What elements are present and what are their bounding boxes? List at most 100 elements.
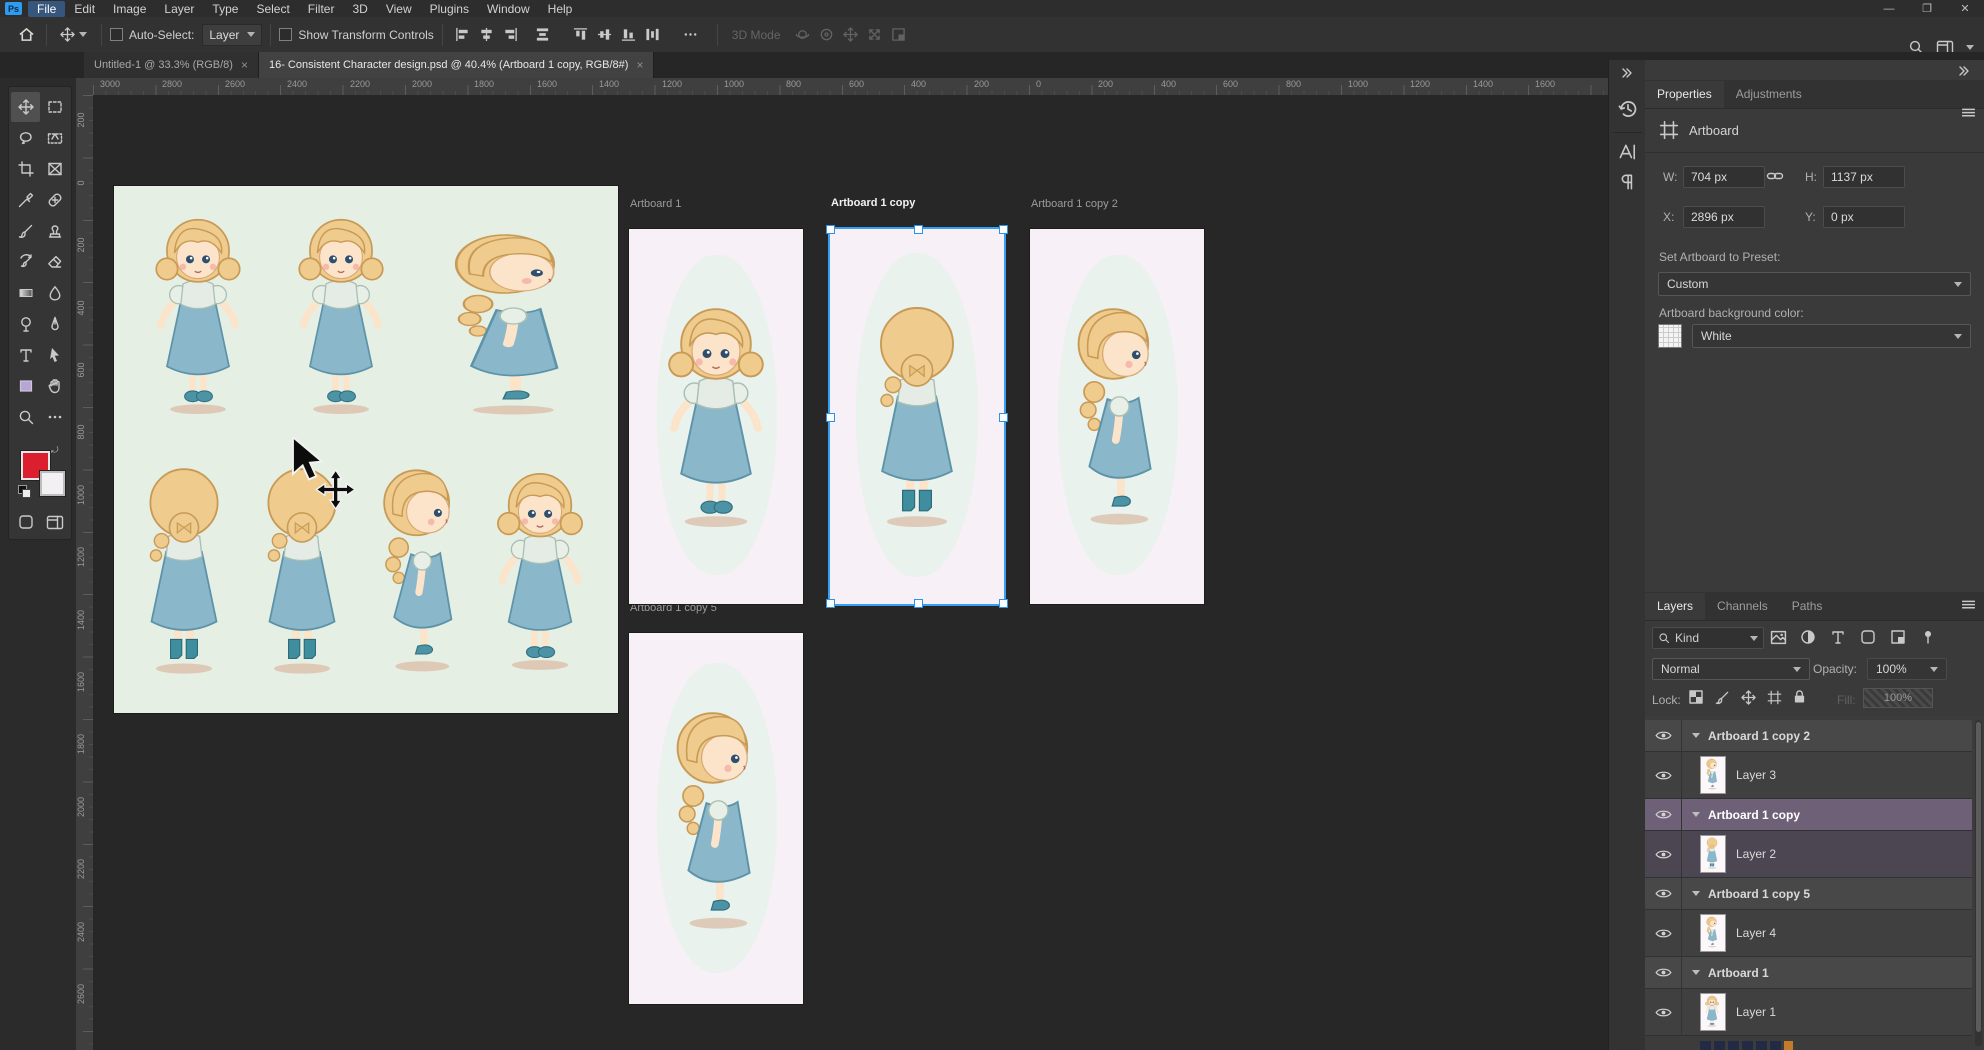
width-field[interactable]: 704 px [1683, 166, 1765, 188]
minimize-button[interactable]: — [1870, 3, 1908, 15]
chevron-down-icon[interactable] [1692, 733, 1700, 738]
artboard-1[interactable] [629, 229, 803, 604]
tool-eyedropper[interactable] [11, 185, 40, 215]
menu-window[interactable]: Window [478, 1, 539, 17]
filter-adjustment-layers-icon[interactable] [1800, 629, 1816, 645]
tool-frame[interactable] [40, 154, 69, 184]
layer-group-row[interactable]: Artboard 1 copy 5 [1645, 878, 1972, 910]
restore-button[interactable]: ❐ [1908, 2, 1946, 15]
chevron-down-icon[interactable] [79, 32, 87, 37]
menu-layer[interactable]: Layer [155, 1, 203, 17]
align-middle-button[interactable] [593, 23, 617, 47]
menu-view[interactable]: View [377, 1, 421, 17]
tool-rectangle[interactable] [11, 371, 40, 401]
transform-handle[interactable] [999, 413, 1008, 422]
tool-gradient[interactable] [11, 278, 40, 308]
menu-3d[interactable]: 3D [343, 1, 376, 17]
tab-consistent-character-design[interactable]: 16- Consistent Character design.psd @ 40… [259, 52, 655, 78]
align-left-button[interactable] [451, 23, 475, 47]
visibility-toggle[interactable] [1645, 910, 1682, 956]
tool-pen[interactable] [40, 309, 69, 339]
tab-untitled-1[interactable]: Untitled-1 @ 33.3% (RGB/8) × [84, 52, 259, 78]
visibility-toggle[interactable] [1645, 878, 1682, 909]
distribute-h-button[interactable] [531, 23, 555, 47]
tool-hand[interactable] [40, 371, 69, 401]
align-center-h-button[interactable] [475, 23, 499, 47]
tool-crop[interactable] [11, 154, 40, 184]
visibility-toggle[interactable] [1645, 831, 1682, 877]
tool-eraser[interactable] [40, 247, 69, 277]
layer-thumbnail[interactable] [1700, 756, 1726, 794]
layer-thumbnail[interactable] [1700, 993, 1726, 1031]
x-field[interactable]: 2896 px [1683, 206, 1765, 228]
layer-group-row-selected[interactable]: Artboard 1 copy [1645, 799, 1972, 831]
pasteboard[interactable]: Artboard 1 Artboard 1 copy Artboard 1 co… [93, 95, 1608, 1050]
distribute-v-button[interactable] [641, 23, 665, 47]
chevron-down-icon[interactable] [1692, 970, 1700, 975]
background-color-swatch[interactable] [40, 471, 65, 496]
more-align-options-button[interactable] [679, 23, 703, 47]
menu-filter[interactable]: Filter [299, 1, 344, 17]
edit-toolbar-ellipsis[interactable] [40, 402, 69, 432]
quick-mask-button[interactable] [11, 507, 40, 537]
filter-shape-layers-icon[interactable] [1860, 629, 1876, 645]
chevron-down-icon[interactable] [1692, 891, 1700, 896]
screen-mode-button[interactable] [40, 507, 69, 537]
tool-zoom[interactable] [11, 402, 40, 432]
swap-colors-icon[interactable]: ⤾ [51, 445, 59, 456]
auto-select-checkbox[interactable] [110, 28, 123, 41]
bg-color-swatch[interactable] [1658, 324, 1682, 348]
tool-object-selection[interactable] [40, 123, 69, 153]
artboard-label[interactable]: Artboard 1 [630, 198, 681, 210]
filter-toggle-icon[interactable] [1920, 629, 1936, 645]
filter-smart-objects-icon[interactable] [1890, 629, 1906, 645]
home-button[interactable] [14, 23, 38, 47]
layer-thumbnail[interactable] [1700, 835, 1726, 873]
transform-handle[interactable] [914, 599, 923, 608]
layer-row[interactable]: Layer 1 [1645, 989, 1972, 1036]
layer-row[interactable]: Layer 3 [1645, 752, 1972, 799]
panel-menu-icon[interactable] [1961, 600, 1976, 611]
artboard-1-copy[interactable] [830, 229, 1004, 604]
tool-history-brush[interactable] [11, 247, 40, 277]
default-colors-icon[interactable] [18, 485, 31, 498]
auto-select-target-dropdown[interactable]: Layer [202, 24, 262, 46]
artboard-1-copy-2[interactable] [1030, 229, 1204, 604]
history-panel-icon[interactable] [1617, 98, 1639, 120]
y-field[interactable]: 0 px [1823, 206, 1905, 228]
tab-adjustments[interactable]: Adjustments [1724, 81, 1814, 108]
artboard-label[interactable]: Artboard 1 copy 2 [1031, 198, 1118, 210]
align-bottom-button[interactable] [617, 23, 641, 47]
layer-row[interactable]: Layer 2 [1645, 831, 1972, 878]
bg-color-dropdown[interactable]: White [1692, 324, 1971, 348]
opacity-dropdown[interactable]: 100% [1867, 658, 1947, 680]
menu-select[interactable]: Select [247, 1, 298, 17]
ruler-vertical[interactable]: 200 0 200 400 600 800 1000 1200 1400 160… [76, 95, 94, 1050]
show-transform-checkbox[interactable] [279, 28, 292, 41]
tool-lasso[interactable] [11, 123, 40, 153]
layer-group-row[interactable]: Artboard 1 [1645, 957, 1972, 989]
transform-handle[interactable] [826, 599, 835, 608]
tab-layers[interactable]: Layers [1645, 593, 1705, 620]
visibility-toggle[interactable] [1645, 752, 1682, 798]
visibility-toggle[interactable] [1645, 799, 1682, 830]
layer-group-row[interactable]: Artboard 1 copy 2 [1645, 720, 1972, 752]
lock-transparent-icon[interactable] [1689, 690, 1703, 704]
panel-menu-icon[interactable] [1961, 108, 1976, 119]
link-dimensions-icon[interactable] [1766, 170, 1784, 182]
lock-pixels-icon[interactable] [1715, 690, 1730, 705]
lock-artboard-icon[interactable] [1767, 690, 1782, 705]
transform-handle[interactable] [999, 225, 1008, 234]
character-panel-icon[interactable] [1617, 142, 1637, 162]
height-field[interactable]: 1137 px [1823, 166, 1905, 188]
menu-type[interactable]: Type [203, 1, 247, 17]
ruler-corner[interactable] [76, 78, 94, 96]
menu-file[interactable]: File [28, 1, 65, 17]
layer-filter-kind[interactable]: Kind [1652, 627, 1764, 649]
transform-handle[interactable] [999, 599, 1008, 608]
tool-dodge[interactable] [11, 309, 40, 339]
layer-row[interactable]: Layer 4 [1645, 910, 1972, 957]
chevron-down-icon[interactable] [1966, 45, 1974, 50]
preset-dropdown[interactable]: Custom [1658, 272, 1971, 296]
tool-move[interactable] [11, 92, 40, 122]
